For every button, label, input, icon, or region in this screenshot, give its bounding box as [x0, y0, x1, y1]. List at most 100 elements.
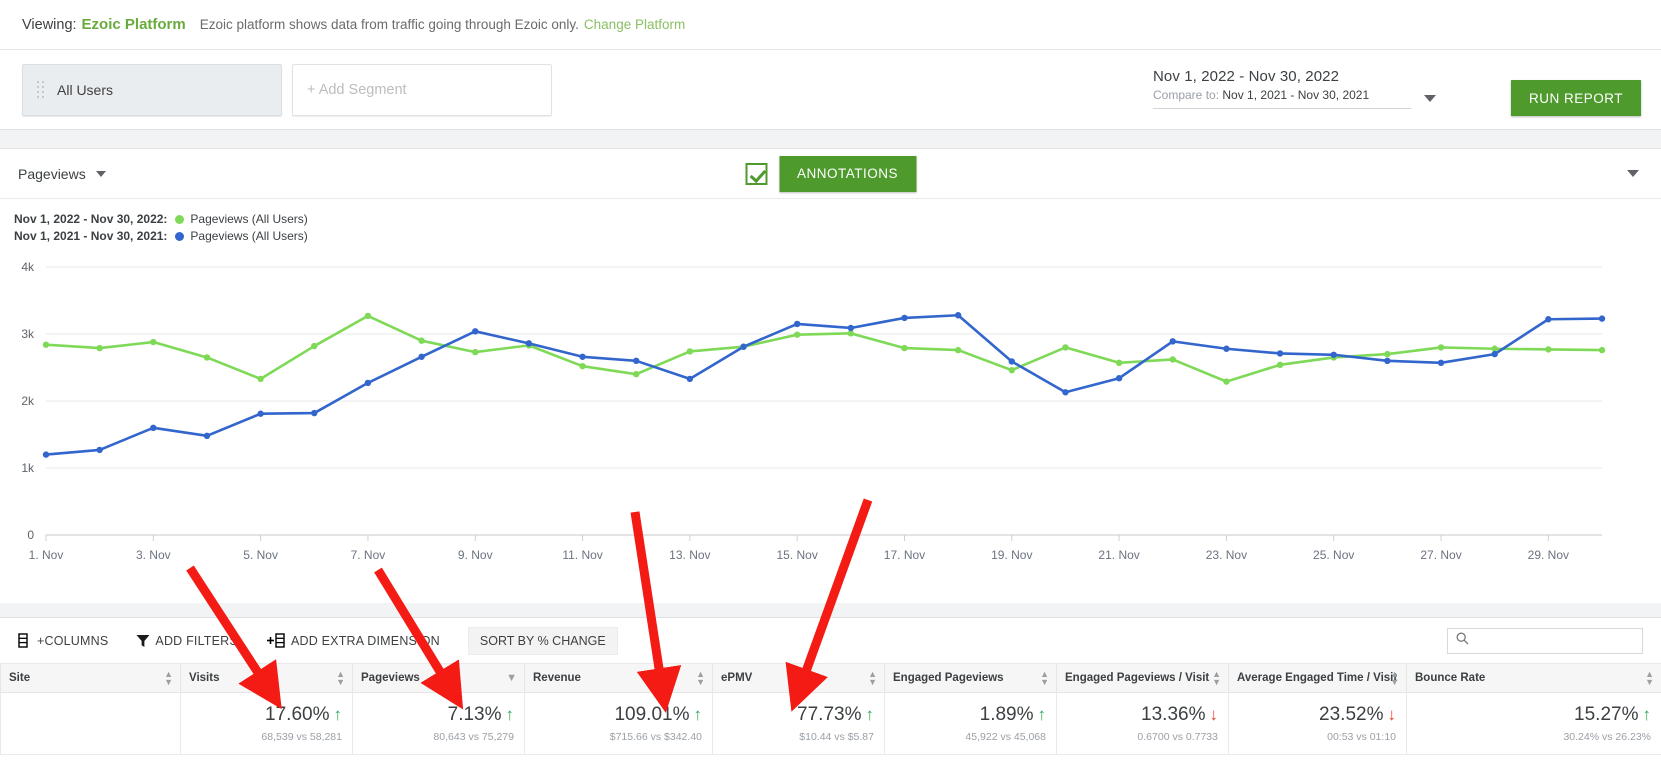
- sort-icon[interactable]: ▲ ▼: [868, 670, 877, 687]
- x-axis-tick-label: 25. Nov: [1313, 548, 1354, 562]
- chart-options-chevron-icon[interactable]: [1627, 170, 1639, 177]
- chart-data-point[interactable]: [793, 331, 801, 338]
- chart-data-point[interactable]: [472, 348, 479, 356]
- chart-data-point[interactable]: [364, 379, 372, 387]
- chart-data-point[interactable]: [901, 344, 908, 352]
- chart-data-point[interactable]: [150, 424, 157, 431]
- chart-data-point[interactable]: [1223, 378, 1230, 385]
- chart-data-point[interactable]: [203, 432, 211, 440]
- y-axis-tick-label: 2k: [21, 394, 35, 408]
- metric-comparison: 0.6700 vs 0.7733: [1137, 731, 1218, 743]
- add-filters-button[interactable]: ADD FILTERS: [136, 634, 238, 648]
- sort-icon[interactable]: ▲ ▼: [1212, 670, 1221, 687]
- chart-data-point[interactable]: [96, 446, 103, 454]
- chart-data-point[interactable]: [525, 340, 533, 347]
- column-header-engaged-pageviews[interactable]: Engaged Pageviews ▲ ▼: [884, 664, 1057, 693]
- chart-data-point[interactable]: [311, 342, 318, 350]
- table-search-box[interactable]: [1447, 627, 1643, 654]
- column-header-epmv[interactable]: ePMV ▲ ▼: [712, 664, 885, 693]
- chart-data-point[interactable]: [418, 337, 425, 344]
- chart-data-point[interactable]: [1169, 356, 1176, 363]
- date-range-picker[interactable]: Nov 1, 2022 - Nov 30, 2022 Compare to: N…: [1153, 68, 1411, 109]
- chart-data-point[interactable]: [579, 353, 586, 360]
- viewing-platform-name: Ezoic Platform: [81, 16, 186, 33]
- chart-data-point[interactable]: [1545, 316, 1552, 323]
- legend-item: Nov 1, 2022 - Nov 30, 2022: Pageviews (A…: [14, 211, 1661, 228]
- chart-data-point[interactable]: [579, 362, 586, 370]
- chart-data-point[interactable]: [1008, 358, 1015, 365]
- annotations-checkbox[interactable]: [744, 162, 767, 185]
- run-report-button[interactable]: RUN REPORT: [1510, 80, 1641, 116]
- chart-data-point[interactable]: [472, 328, 479, 335]
- chart-data-point[interactable]: [1223, 345, 1230, 352]
- metric-percent-change: 23.52% ↓: [1319, 704, 1396, 725]
- chart-data-point[interactable]: [203, 354, 211, 361]
- chart-data-point[interactable]: [1598, 346, 1606, 354]
- metric-comparison: $715.66 vs $342.40: [609, 731, 702, 743]
- chart-data-point[interactable]: [1115, 375, 1123, 382]
- column-header-site[interactable]: Site ▲ ▼: [0, 664, 181, 693]
- chart-data-point[interactable]: [42, 341, 50, 348]
- chart-data-point[interactable]: [1598, 315, 1606, 322]
- sort-icon[interactable]: ▲ ▼: [696, 670, 705, 687]
- chart-data-point[interactable]: [1062, 344, 1069, 351]
- sort-icon[interactable]: ▲ ▼: [1390, 670, 1399, 687]
- change-platform-link[interactable]: Change Platform: [584, 17, 685, 32]
- chart-data-point[interactable]: [418, 353, 425, 360]
- chart-data-point[interactable]: [257, 375, 264, 383]
- sort-by-percent-change-button[interactable]: SORT BY % CHANGE: [467, 626, 618, 655]
- x-axis-tick-label: 15. Nov: [776, 548, 817, 562]
- chart-data-point[interactable]: [633, 371, 640, 378]
- column-header-bounce-rate[interactable]: Bounce Rate ▲ ▼: [1406, 664, 1661, 693]
- columns-button[interactable]: +COLUMNS: [18, 633, 108, 648]
- chart-data-point[interactable]: [686, 348, 694, 355]
- chart-data-point[interactable]: [740, 343, 747, 350]
- sort-icon[interactable]: ▲ ▼: [336, 670, 345, 687]
- chart-data-point[interactable]: [1276, 350, 1284, 357]
- chart-data-point[interactable]: [364, 312, 372, 320]
- chevron-down-icon[interactable]: [1424, 95, 1436, 102]
- column-header-average-engaged-time-per-visit[interactable]: Average Engaged Time / Visit ▲ ▼: [1228, 664, 1407, 693]
- table-search-input[interactable]: [1475, 632, 1635, 649]
- metric-selector[interactable]: Pageviews: [18, 166, 106, 182]
- chart-data-point[interactable]: [1545, 346, 1552, 353]
- chart-data-point[interactable]: [1008, 366, 1015, 374]
- add-extra-dimension-button[interactable]: ADD EXTRA DIMENSION: [266, 633, 440, 648]
- chart-data-point[interactable]: [633, 357, 640, 364]
- column-header-pageviews[interactable]: Pageviews ▼: [352, 664, 525, 693]
- chart-data-point[interactable]: [793, 320, 801, 328]
- chart-data-point[interactable]: [1276, 361, 1284, 369]
- chart-data-point[interactable]: [311, 409, 318, 417]
- sort-icon[interactable]: ▲ ▼: [164, 670, 173, 687]
- chart-data-point[interactable]: [257, 410, 264, 417]
- chart-data-point[interactable]: [901, 314, 908, 322]
- chart-data-point[interactable]: [1115, 359, 1123, 367]
- column-header-visits[interactable]: Visits ▲ ▼: [180, 664, 353, 693]
- chart-data-point[interactable]: [954, 312, 962, 319]
- chart-data-point[interactable]: [1437, 359, 1445, 367]
- chart-data-point[interactable]: [954, 346, 962, 354]
- chart-data-point[interactable]: [686, 375, 694, 383]
- chart-data-point[interactable]: [1062, 389, 1069, 396]
- add-segment-button[interactable]: + Add Segment: [292, 63, 552, 116]
- drag-handle-icon[interactable]: [37, 80, 45, 99]
- column-header-engaged-pageviews-per-visit[interactable]: Engaged Pageviews / Visit ▲ ▼: [1056, 664, 1229, 693]
- annotations-button[interactable]: ANNOTATIONS: [778, 155, 917, 192]
- column-header-revenue[interactable]: Revenue ▲ ▼: [524, 664, 713, 693]
- chart-data-point[interactable]: [1330, 351, 1337, 358]
- chart-data-point[interactable]: [1384, 357, 1391, 364]
- table-row[interactable]: 17.60% ↑ 68,539 vs 58,281 7.13% ↑ 80,643 vs 7…: [0, 692, 1661, 755]
- chart-data-point[interactable]: [1169, 338, 1176, 345]
- chart-data-point[interactable]: [42, 451, 50, 458]
- chart-data-point[interactable]: [1437, 344, 1445, 351]
- chart-data-point[interactable]: [1491, 350, 1498, 358]
- sort-desc-icon[interactable]: ▼: [506, 673, 517, 684]
- chart-data-point[interactable]: [847, 324, 855, 332]
- date-range-compare: Compare to: Nov 1, 2021 - Nov 30, 2021: [1153, 88, 1411, 102]
- chart-data-point[interactable]: [150, 338, 157, 346]
- chart-data-point[interactable]: [1384, 350, 1391, 358]
- chart-data-point[interactable]: [96, 344, 103, 352]
- segment-chip-all-users[interactable]: All Users: [22, 63, 282, 116]
- sort-icon[interactable]: ▲ ▼: [1040, 670, 1049, 687]
- sort-icon[interactable]: ▲ ▼: [1645, 670, 1654, 687]
